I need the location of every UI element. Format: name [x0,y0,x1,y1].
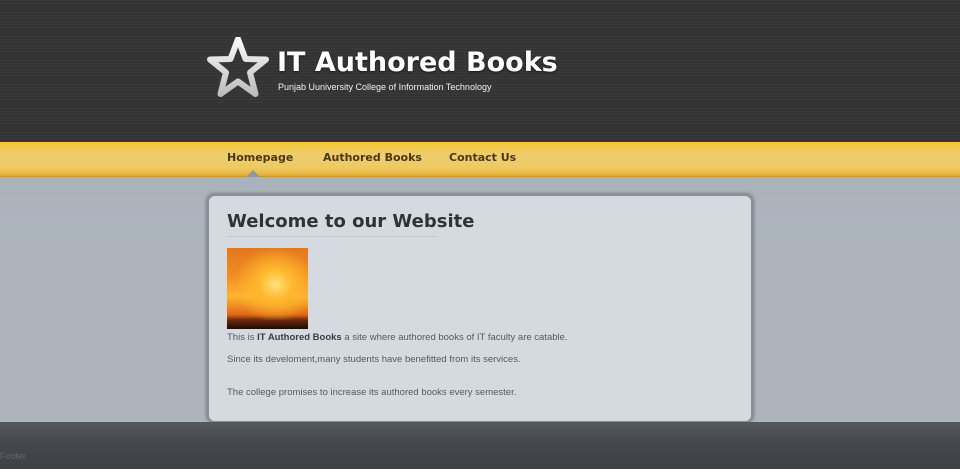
page-heading: Welcome to our Website [227,211,475,232]
intro-paragraph: This is IT Authored Books a site where a… [227,332,568,343]
intro-text-end: a site where authored books of IT facult… [341,332,568,343]
nav-item-contact-us[interactable]: Contact Us [449,151,516,164]
footer-text: Footer [0,451,27,461]
intro-site-name: IT Authored Books [257,332,342,343]
promise-paragraph: The college promises to increase its aut… [227,387,517,398]
site-subtitle: Punjab Uuniversity College of Informatio… [278,82,492,92]
nav-item-homepage[interactable]: Homepage [227,151,293,164]
development-paragraph: Since its develoment,many students have … [227,354,521,365]
site-title[interactable]: IT Authored Books [277,47,558,78]
site-footer [0,422,960,469]
star-icon[interactable] [207,37,269,97]
active-nav-indicator [246,170,260,177]
fire-image [227,248,308,329]
nav-item-authored-books[interactable]: Authored Books [323,151,422,164]
intro-text-start: This is [227,332,258,343]
heading-divider [227,236,437,237]
